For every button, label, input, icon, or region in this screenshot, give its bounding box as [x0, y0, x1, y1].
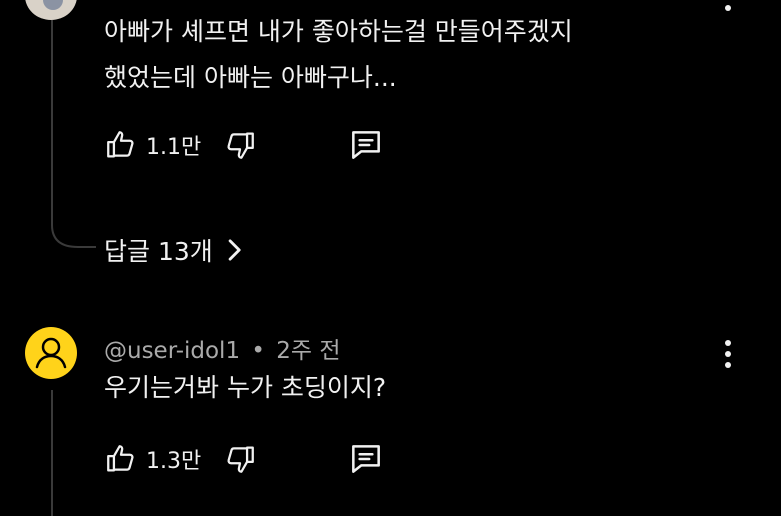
thread-line	[51, 390, 53, 516]
comment-actions: 1.1만	[104, 127, 385, 163]
like-count: 1.1만	[146, 135, 202, 160]
comment-text: 우기는거봐 누가 초딩이지?	[104, 373, 387, 402]
thumb-up-icon[interactable]	[104, 442, 138, 476]
reply-icon[interactable]	[347, 440, 385, 478]
comment-actions: 1.3만	[104, 441, 385, 477]
thread-connector	[51, 205, 96, 248]
timestamp: 2주 전	[276, 338, 341, 364]
comment-text-line1: 아빠가 셰프면 내가 좋아하는걸 만들어주겠지	[104, 17, 573, 46]
more-vert-icon[interactable]	[725, 0, 731, 16]
thumb-down-icon[interactable]	[223, 128, 257, 162]
replies-label: 답글 13개	[104, 237, 213, 266]
comment-text-line2: 했었는데 아빠는 아빠구나...	[104, 63, 397, 92]
like-count: 1.3만	[146, 449, 202, 474]
chevron-right-icon	[225, 237, 243, 263]
comment-meta: @user-idol1 • 2주 전	[104, 331, 341, 365]
thread-line	[51, 20, 53, 210]
avatar-user-icon[interactable]	[25, 327, 77, 379]
reply-icon[interactable]	[347, 126, 385, 164]
thumb-up-icon[interactable]	[104, 128, 138, 162]
replies-button[interactable]: 답글 13개	[104, 230, 243, 270]
thumb-down-icon[interactable]	[223, 442, 257, 476]
separator: •	[251, 338, 265, 364]
avatar[interactable]	[25, 0, 77, 20]
author-name[interactable]: @user-idol1	[104, 338, 240, 364]
more-vert-icon[interactable]	[725, 340, 731, 373]
